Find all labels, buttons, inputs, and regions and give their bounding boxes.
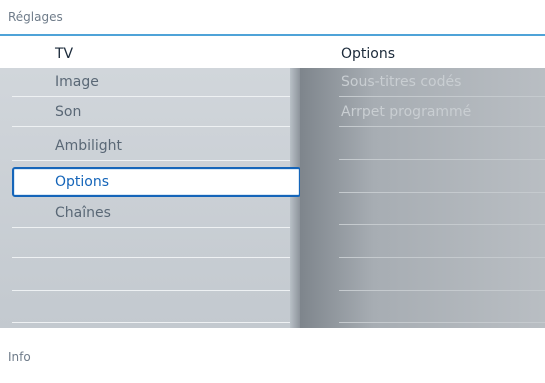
option-label: Sous-titres codés <box>341 74 462 90</box>
info-bar: Info <box>0 328 545 383</box>
info-text: Info <box>8 350 31 364</box>
menu-item-label: Ambilight <box>55 138 123 154</box>
option-empty-6[interactable] <box>339 294 545 323</box>
menu-item-label: Chaînes <box>55 205 111 221</box>
menu-item-label: Image <box>55 74 99 90</box>
menu-item-label: Son <box>55 104 82 120</box>
window-title: Réglages <box>8 10 63 24</box>
submenu-title: Options <box>341 46 396 62</box>
menu-item-options[interactable]: Options <box>12 167 301 197</box>
menu-item-empty-1[interactable] <box>12 229 290 258</box>
menu-item-empty-3[interactable] <box>12 294 290 323</box>
option-subtitles[interactable]: Sous-titres codés <box>339 68 545 97</box>
menu-item-ambilight[interactable]: Ambilight <box>12 132 290 161</box>
menu-item-son[interactable]: Son <box>12 98 290 127</box>
option-label: Arrpet programmé <box>341 104 472 120</box>
menu-item-image[interactable]: Image <box>12 68 290 97</box>
breadcrumb-tv: TV <box>55 46 74 62</box>
title-bar: Réglages <box>0 0 545 34</box>
menu-item-empty-2[interactable] <box>12 262 290 291</box>
header-row: TV Options <box>0 36 545 68</box>
option-empty-1[interactable] <box>339 131 545 160</box>
option-empty-3[interactable] <box>339 196 545 225</box>
option-empty-2[interactable] <box>339 164 545 193</box>
menu-item-label: Options <box>55 174 110 190</box>
option-empty-5[interactable] <box>339 262 545 291</box>
main-menu-panel: Image Son Ambilight Chaînes <box>0 68 298 328</box>
option-sleep-timer[interactable]: Arrpet programmé <box>339 98 545 127</box>
option-empty-4[interactable] <box>339 229 545 258</box>
options-submenu-panel: Sous-titres codés Arrpet programmé <box>300 68 545 328</box>
menu-panel-edge <box>290 68 300 328</box>
menu-item-chaines[interactable]: Chaînes <box>12 199 290 228</box>
